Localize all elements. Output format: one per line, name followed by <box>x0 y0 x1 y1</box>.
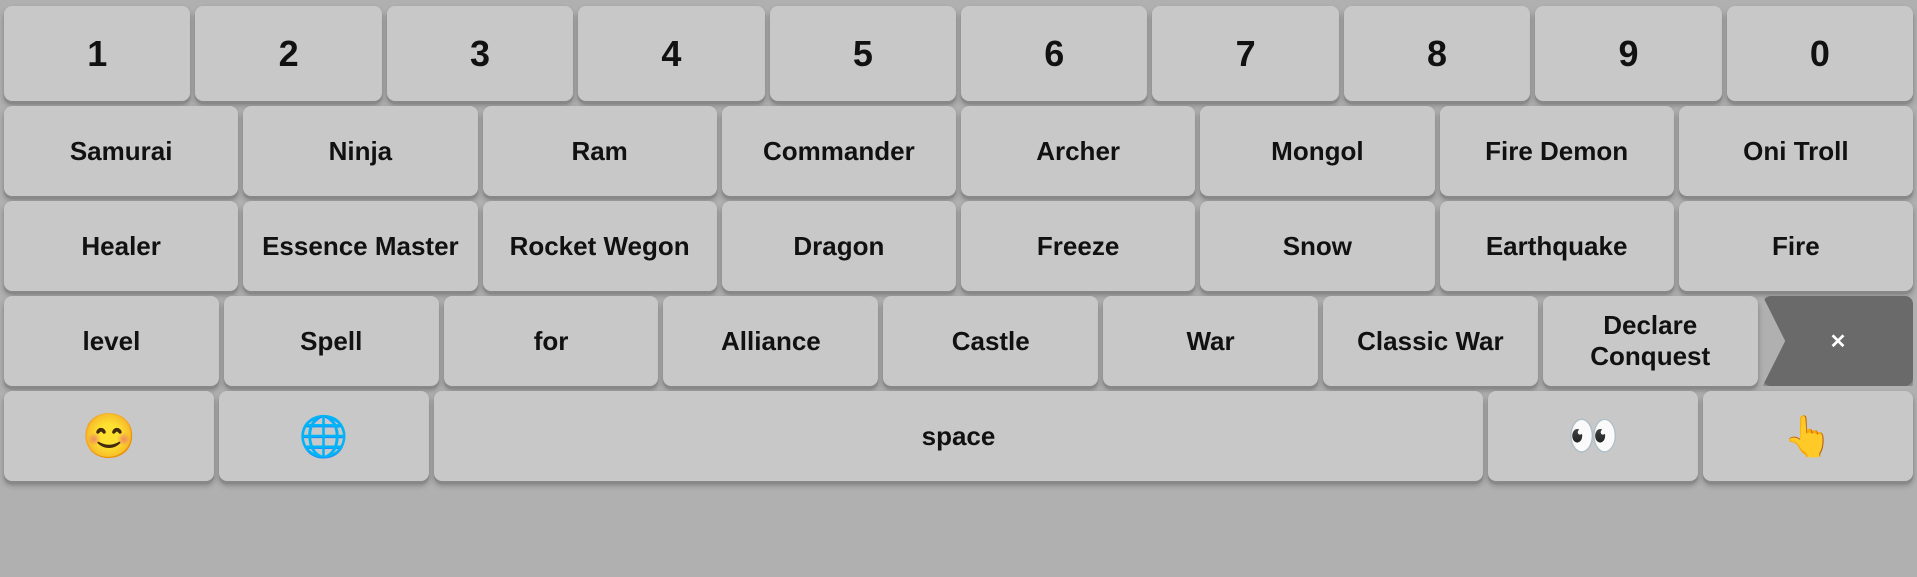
emoji-icon: 😊 <box>82 410 137 462</box>
key-fire-demon[interactable]: Fire Demon <box>1440 106 1674 196</box>
key-classic-war[interactable]: Classic War <box>1323 296 1538 386</box>
key-for[interactable]: for <box>444 296 659 386</box>
key-mongol[interactable]: Mongol <box>1200 106 1434 196</box>
key-face2-button[interactable]: 👀 <box>1488 391 1698 481</box>
level-row: level Spell for Alliance Castle War Clas… <box>4 296 1913 386</box>
key-archer[interactable]: Archer <box>961 106 1195 196</box>
key-freeze[interactable]: Freeze <box>961 201 1195 291</box>
key-space-button[interactable]: space <box>434 391 1483 481</box>
globe-icon: 🌐 <box>299 413 349 460</box>
key-essence-master[interactable]: Essence Master <box>243 201 477 291</box>
key-fire[interactable]: Fire <box>1679 201 1913 291</box>
bottom-row: 😊 🌐 space 👀 👆 <box>4 391 1913 481</box>
hand-icon: 👆 <box>1783 413 1833 460</box>
key-hand-button[interactable]: 👆 <box>1703 391 1913 481</box>
key-rocket-wegon[interactable]: Rocket Wegon <box>483 201 717 291</box>
key-8[interactable]: 8 <box>1344 6 1530 101</box>
healer-row: Healer Essence Master Rocket Wegon Drago… <box>4 201 1913 291</box>
key-declare-conquest[interactable]: Declare Conquest <box>1543 296 1758 386</box>
svg-text:✕: ✕ <box>1829 331 1846 353</box>
number-row: 1 2 3 4 5 6 7 8 9 0 <box>4 6 1913 101</box>
key-1[interactable]: 1 <box>4 6 190 101</box>
key-5[interactable]: 5 <box>770 6 956 101</box>
key-backspace[interactable]: ✕ <box>1763 296 1913 386</box>
key-0[interactable]: 0 <box>1727 6 1913 101</box>
key-9[interactable]: 9 <box>1535 6 1721 101</box>
key-ninja[interactable]: Ninja <box>243 106 477 196</box>
key-7[interactable]: 7 <box>1152 6 1338 101</box>
key-healer[interactable]: Healer <box>4 201 238 291</box>
key-oni-troll[interactable]: Oni Troll <box>1679 106 1913 196</box>
key-6[interactable]: 6 <box>961 6 1147 101</box>
samurai-row: Samurai Ninja Ram Commander Archer Mongo… <box>4 106 1913 196</box>
key-dragon[interactable]: Dragon <box>722 201 956 291</box>
key-alliance[interactable]: Alliance <box>663 296 878 386</box>
key-2[interactable]: 2 <box>195 6 381 101</box>
key-samurai[interactable]: Samurai <box>4 106 238 196</box>
key-ram[interactable]: Ram <box>483 106 717 196</box>
key-4[interactable]: 4 <box>578 6 764 101</box>
backspace-icon: ✕ <box>1818 326 1858 356</box>
key-war[interactable]: War <box>1103 296 1318 386</box>
key-commander[interactable]: Commander <box>722 106 956 196</box>
key-earthquake[interactable]: Earthquake <box>1440 201 1674 291</box>
key-emoji-button[interactable]: 😊 <box>4 391 214 481</box>
face2-icon: 👀 <box>1567 412 1619 461</box>
key-snow[interactable]: Snow <box>1200 201 1434 291</box>
key-level[interactable]: level <box>4 296 219 386</box>
key-castle[interactable]: Castle <box>883 296 1098 386</box>
key-globe-button[interactable]: 🌐 <box>219 391 429 481</box>
key-spell[interactable]: Spell <box>224 296 439 386</box>
key-3[interactable]: 3 <box>387 6 573 101</box>
